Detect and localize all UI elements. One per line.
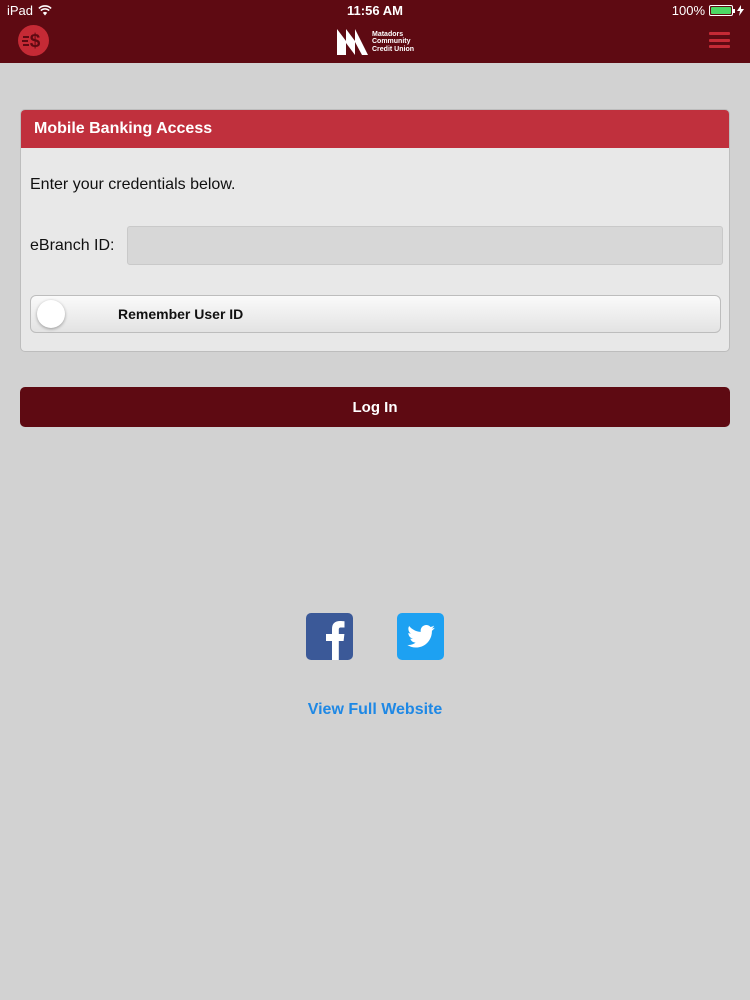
intro-text: Enter your credentials below.: [30, 176, 236, 193]
charging-bolt-icon: [737, 5, 744, 16]
switch-knob: [37, 300, 65, 328]
money-icon-button[interactable]: $: [18, 25, 49, 56]
battery-percent: 100%: [671, 3, 705, 18]
facebook-f-glyph: [326, 621, 345, 660]
remember-user-label: Remember User ID: [118, 306, 244, 322]
logo-text: Matadors Community Credit Union: [372, 31, 414, 54]
top-bar: iPad 11:56 AM 100% $ Matadors Community …: [0, 0, 750, 63]
battery-fill: [711, 7, 731, 14]
remember-user-switch[interactable]: [37, 299, 91, 329]
ebranch-id-input[interactable]: [127, 226, 723, 265]
battery-icon: [709, 5, 735, 16]
login-button[interactable]: Log In: [20, 387, 730, 427]
svg-text:$: $: [30, 31, 41, 52]
view-full-website-link[interactable]: View Full Website: [0, 701, 750, 719]
ebranch-id-label: eBranch ID:: [30, 237, 115, 254]
status-time: 11:56 AM: [347, 3, 403, 18]
logo-line-2: Community: [372, 38, 411, 46]
twitter-bird-glyph: [406, 625, 435, 648]
logo-line-3: Credit Union: [372, 45, 414, 53]
remember-user-toggle-row[interactable]: Remember User ID: [30, 295, 721, 333]
twitter-icon[interactable]: [397, 613, 444, 660]
logo-mark-icon: [337, 29, 368, 55]
hamburger-menu-icon[interactable]: [709, 32, 730, 48]
login-card: Mobile Banking Access Enter your credent…: [20, 109, 730, 352]
facebook-icon[interactable]: [306, 613, 353, 660]
card-title: Mobile Banking Access: [21, 110, 729, 148]
dollar-speed-icon: $: [22, 31, 41, 52]
status-battery: 100%: [672, 3, 744, 18]
credit-union-logo[interactable]: Matadors Community Credit Union: [337, 27, 414, 57]
logo-line-1: Matadors: [372, 30, 404, 38]
